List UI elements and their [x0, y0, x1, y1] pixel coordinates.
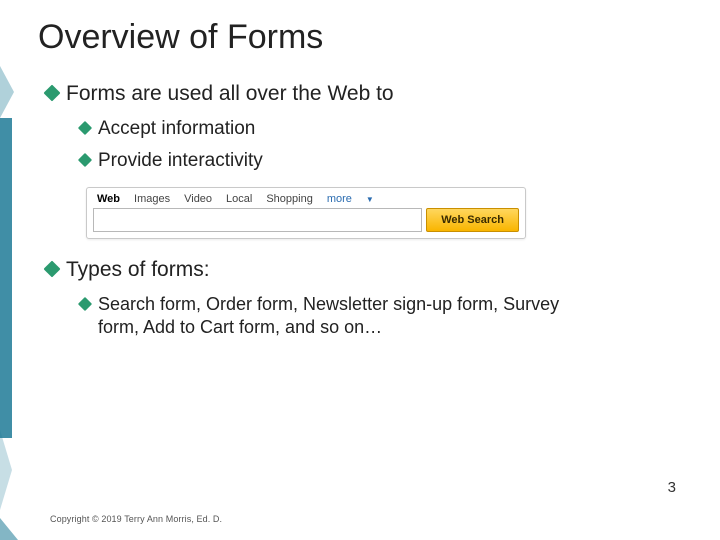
bullet-list: Forms are used all over the Web to Accep… [38, 81, 690, 338]
bullet-text: Types of forms: [66, 257, 210, 283]
list-item: Search form, Order form, Newsletter sign… [80, 293, 690, 338]
decoration-triangle [0, 518, 18, 540]
slide-content: Overview of Forms Forms are used all ove… [38, 18, 690, 520]
decoration-triangle [0, 430, 12, 510]
decoration-triangle [0, 66, 14, 118]
list-item: Types of forms: Search form, Order form,… [46, 257, 690, 338]
bullet-text: Forms are used all over the Web to [66, 81, 394, 107]
search-widget: Web Images Video Local Shopping more ▼ W… [86, 187, 526, 239]
tab-local: Local [226, 193, 252, 205]
decoration-bar [0, 118, 12, 438]
web-search-button: Web Search [426, 208, 519, 232]
diamond-bullet-icon [78, 153, 92, 167]
search-input [93, 208, 422, 232]
list-item: Accept information [80, 117, 690, 141]
tab-video: Video [184, 193, 212, 205]
page-number: 3 [668, 479, 676, 496]
tab-shopping: Shopping [266, 193, 313, 205]
diamond-bullet-icon [44, 85, 61, 102]
tab-more: more [327, 193, 352, 205]
bullet-text: Accept information [98, 117, 255, 141]
diamond-bullet-icon [44, 260, 61, 277]
list-item: Provide interactivity [80, 149, 690, 173]
chevron-down-icon: ▼ [366, 195, 374, 204]
search-tabs: Web Images Video Local Shopping more ▼ [87, 188, 525, 208]
search-widget-illustration: Web Images Video Local Shopping more ▼ W… [46, 187, 690, 239]
diamond-bullet-icon [78, 297, 92, 311]
diamond-bullet-icon [78, 121, 92, 135]
tab-images: Images [134, 193, 170, 205]
bullet-text: Search form, Order form, Newsletter sign… [98, 293, 598, 338]
tab-web: Web [97, 193, 120, 205]
list-item: Forms are used all over the Web to Accep… [46, 81, 690, 173]
copyright-notice: Copyright © 2019 Terry Ann Morris, Ed. D… [50, 514, 222, 524]
slide-title: Overview of Forms [38, 18, 690, 57]
bullet-text: Provide interactivity [98, 149, 263, 173]
